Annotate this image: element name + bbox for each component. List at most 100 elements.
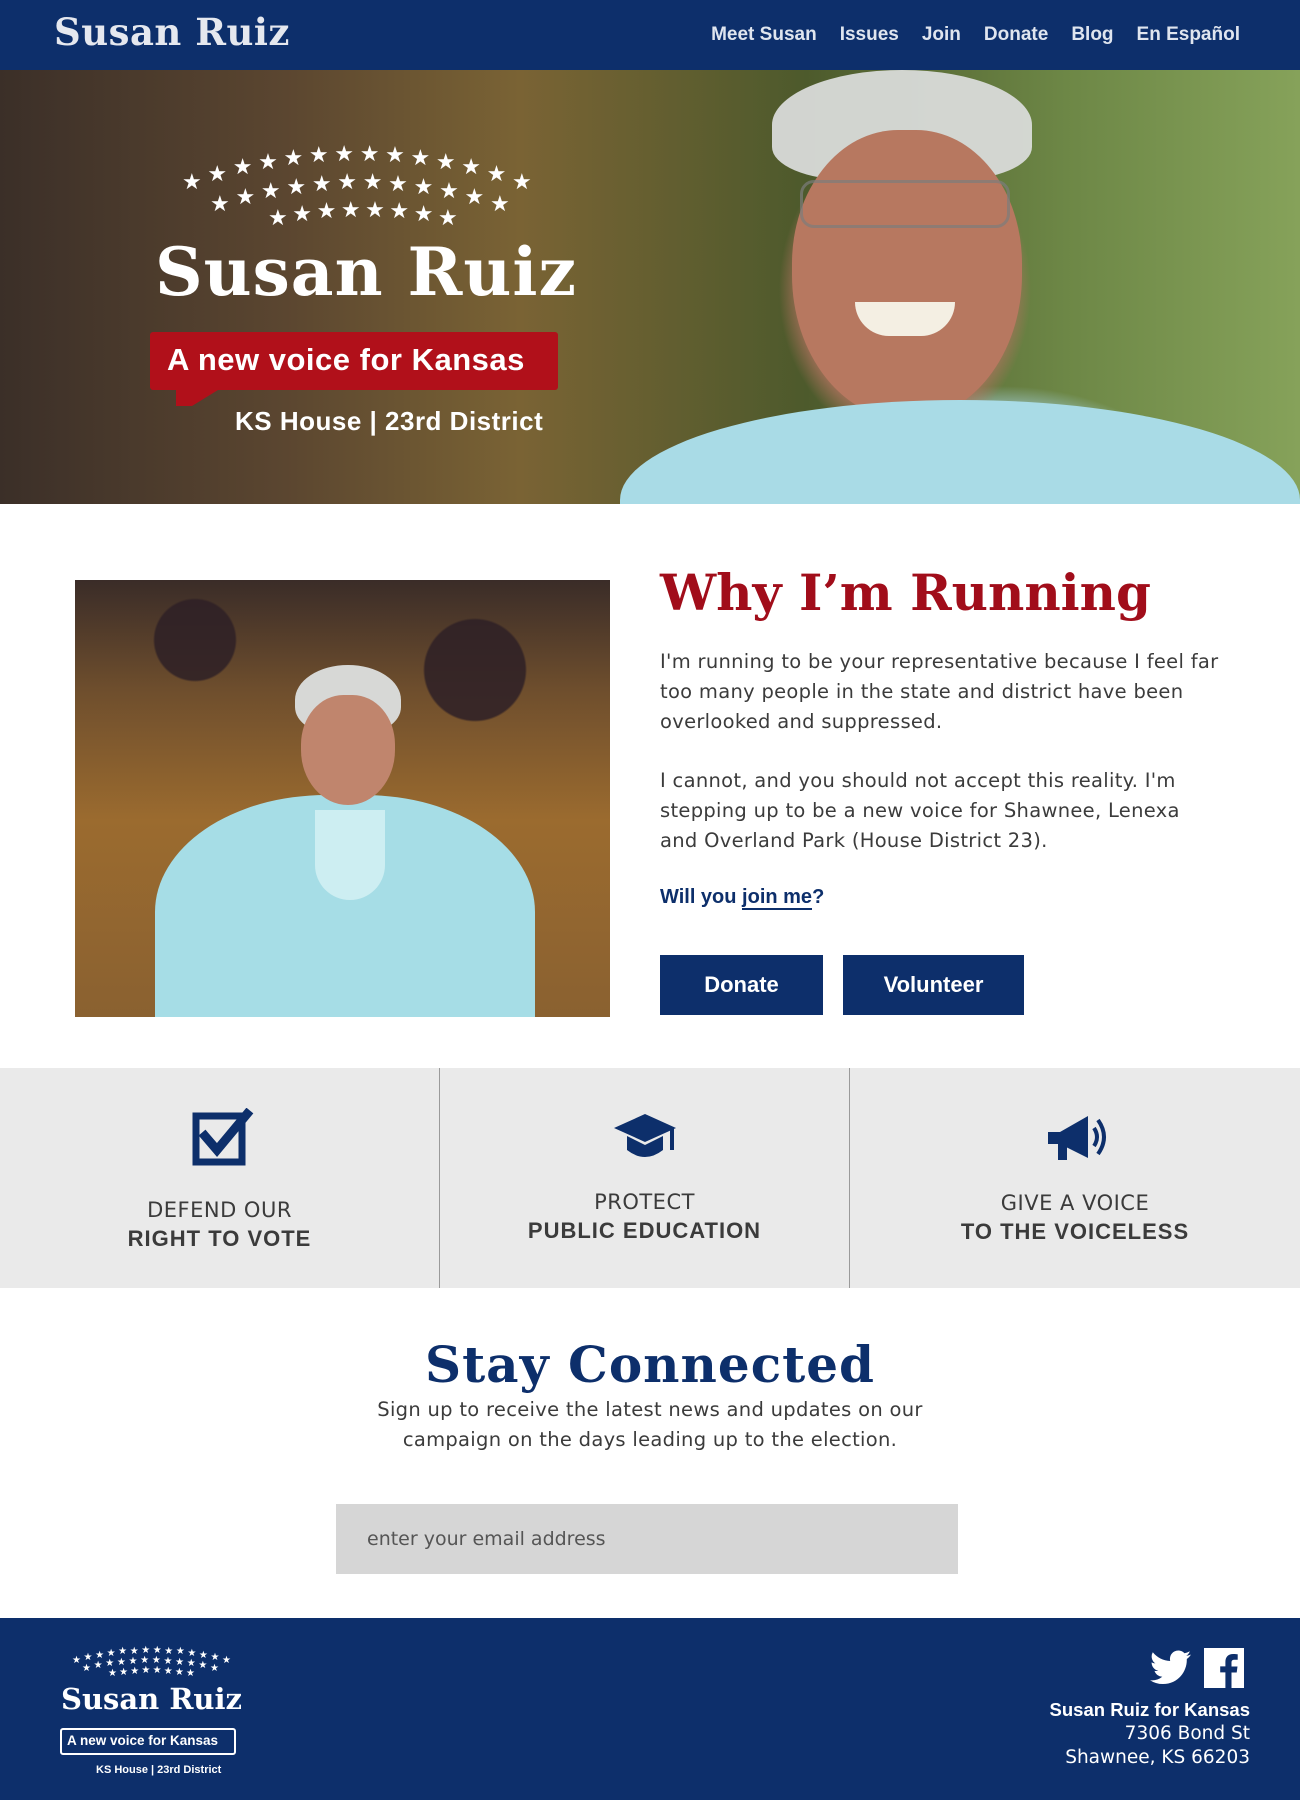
nav-item-donate[interactable]: Donate <box>984 24 1048 46</box>
star-icon: ★ <box>340 198 361 224</box>
footer-org: Susan Ruiz for Kansas <box>1049 1699 1250 1720</box>
facebook-icon[interactable] <box>1204 1648 1244 1688</box>
issue-right-to-vote[interactable]: DEFEND OUR RIGHT TO VOTE <box>0 1068 440 1288</box>
star-icon: ★ <box>413 202 434 228</box>
star-icon: ★ <box>210 1663 219 1674</box>
footer-street: 7306 Bond St <box>1124 1723 1250 1744</box>
twitter-icon[interactable] <box>1150 1650 1192 1686</box>
issues-strip: DEFEND OUR RIGHT TO VOTE PROTECT PUBLIC … <box>0 1068 1300 1288</box>
star-icon: ★ <box>82 1663 91 1674</box>
star-icon: ★ <box>334 142 355 168</box>
join-cta: Will you join me? <box>660 886 825 910</box>
issue-voice-voiceless[interactable]: GIVE A VOICE TO THE VOICELESS <box>850 1068 1300 1288</box>
join-cta-suffix: ? <box>812 886 825 908</box>
star-icon: ★ <box>163 1665 173 1677</box>
star-icon: ★ <box>292 202 313 228</box>
footer-city: Shawnee, KS 66203 <box>1065 1747 1250 1768</box>
issue-2-line1: PROTECT <box>594 1190 695 1214</box>
star-icon: ★ <box>186 1668 195 1679</box>
star-icon: ★ <box>175 1646 185 1658</box>
star-icon: ★ <box>118 1646 128 1658</box>
star-icon: ★ <box>435 150 456 176</box>
stars-arc-icon: ★ ★ ★ ★ ★ ★ ★ ★ ★ ★ ★ ★ ★ ★ ★ ★ ★ ★ ★ ★ ★ ★ ★ ★ ★ ★ ★ ★ ★ ★ ★ ★ ★ ★ <box>178 142 538 242</box>
candidate-photo <box>75 580 610 1017</box>
star-icon: ★ <box>486 162 507 188</box>
star-icon: ★ <box>388 171 408 197</box>
megaphone-icon <box>1048 1116 1106 1160</box>
site-footer: ★ ★ ★ ★ ★ ★ ★ ★ ★ ★ ★ ★ ★ ★ ★ ★ ★ ★ ★ ★ ★ ★ ★ ★ ★ ★ ★ ★ ★ ★ ★ ★ ★ ★ Susan… <box>0 1618 1300 1800</box>
nav-item-blog[interactable]: Blog <box>1071 24 1113 46</box>
star-icon: ★ <box>512 170 532 195</box>
hero-photo-glasses <box>800 180 1010 228</box>
issue-public-education[interactable]: PROTECT PUBLIC EDUCATION <box>440 1068 850 1288</box>
issue-3-line1: GIVE A VOICE <box>1000 1191 1150 1215</box>
star-icon: ★ <box>210 1652 220 1664</box>
email-input[interactable] <box>336 1504 958 1574</box>
star-icon: ★ <box>93 1660 103 1672</box>
star-icon: ★ <box>359 142 380 168</box>
footer-logo-tagline: A new voice for Kansas <box>67 1733 219 1748</box>
stay-connected-title: Stay Connected <box>424 1335 876 1394</box>
footer-logo-tag: A new voice for Kansas <box>60 1728 236 1755</box>
checkbox-icon <box>192 1108 253 1166</box>
star-icon: ★ <box>260 178 281 204</box>
footer-logo-district: KS House | 23rd District <box>96 1764 222 1776</box>
star-icon: ★ <box>316 199 337 225</box>
star-icon: ★ <box>389 199 410 225</box>
hero-name: Susan Ruiz <box>155 233 577 311</box>
nav-item-espanol[interactable]: En Español <box>1137 24 1240 46</box>
hero-banner: ★ ★ ★ ★ ★ ★ ★ ★ ★ ★ ★ ★ ★ ★ ★ ★ ★ ★ ★ ★ ★ ★ ★ ★ ★ ★ ★ ★ ★ ★ ★ ★ ★ ★ Susan… <box>0 70 1300 504</box>
star-icon: ★ <box>95 1649 105 1661</box>
footer-logo-name: Susan Ruiz <box>61 1682 242 1716</box>
star-icon: ★ <box>311 171 332 197</box>
star-icon: ★ <box>141 1665 151 1677</box>
star-icon: ★ <box>410 146 431 172</box>
nav-item-issues[interactable]: Issues <box>840 24 899 46</box>
photo-face <box>301 695 395 805</box>
graduation-cap-icon <box>613 1114 676 1157</box>
social-links <box>1150 1648 1244 1688</box>
star-icon: ★ <box>72 1655 81 1666</box>
star-icon: ★ <box>232 155 253 181</box>
star-icon: ★ <box>461 155 481 181</box>
nav-menu: Meet Susan Issues Join Donate Blog En Es… <box>711 24 1240 46</box>
star-icon: ★ <box>235 184 256 210</box>
join-cta-prefix: Will you <box>660 886 743 908</box>
why-title: Why I’m Running <box>660 563 1151 622</box>
star-icon: ★ <box>385 143 405 169</box>
why-paragraph-1: I'm running to be your representative be… <box>660 650 1219 733</box>
hero-photo-face <box>792 130 1022 420</box>
star-icon: ★ <box>210 192 230 217</box>
star-icon: ★ <box>198 1660 208 1672</box>
site-brand[interactable]: Susan Ruiz <box>54 10 290 54</box>
star-icon: ★ <box>490 192 510 217</box>
hero-district: KS House | 23rd District <box>235 406 544 436</box>
star-icon: ★ <box>222 1655 231 1666</box>
star-icon: ★ <box>174 1666 184 1678</box>
star-icon: ★ <box>308 143 329 169</box>
star-icon: ★ <box>362 170 383 196</box>
issue-2-line2: PUBLIC EDUCATION <box>527 1218 762 1243</box>
why-paragraph-2: I cannot, and you should not accept this… <box>660 769 1180 852</box>
hero-photo-shirt <box>620 400 1300 504</box>
star-icon: ★ <box>286 174 307 200</box>
star-icon: ★ <box>207 162 228 188</box>
photo-tee <box>315 810 385 900</box>
star-icon: ★ <box>283 146 304 172</box>
nav-item-meet-susan[interactable]: Meet Susan <box>711 24 817 46</box>
star-icon: ★ <box>119 1666 129 1678</box>
top-navbar: Susan Ruiz Meet Susan Issues Join Donate… <box>0 0 1300 70</box>
join-me-link[interactable]: join me <box>742 886 813 910</box>
stay-connected-text: Sign up to receive the latest news and u… <box>377 1398 923 1451</box>
hero-tagline: A new voice for Kansas <box>167 342 525 377</box>
nav-item-join[interactable]: Join <box>922 24 961 46</box>
star-icon: ★ <box>130 1665 140 1677</box>
star-icon: ★ <box>182 170 202 195</box>
issue-1-line1: DEFEND OUR <box>147 1198 292 1222</box>
star-icon: ★ <box>464 184 485 210</box>
volunteer-button[interactable]: Volunteer <box>843 955 1024 1015</box>
issue-3-line2: TO THE VOICELESS <box>960 1219 1190 1244</box>
star-icon: ★ <box>438 206 458 231</box>
star-icon: ★ <box>365 198 385 224</box>
donate-button[interactable]: Donate <box>660 955 823 1015</box>
